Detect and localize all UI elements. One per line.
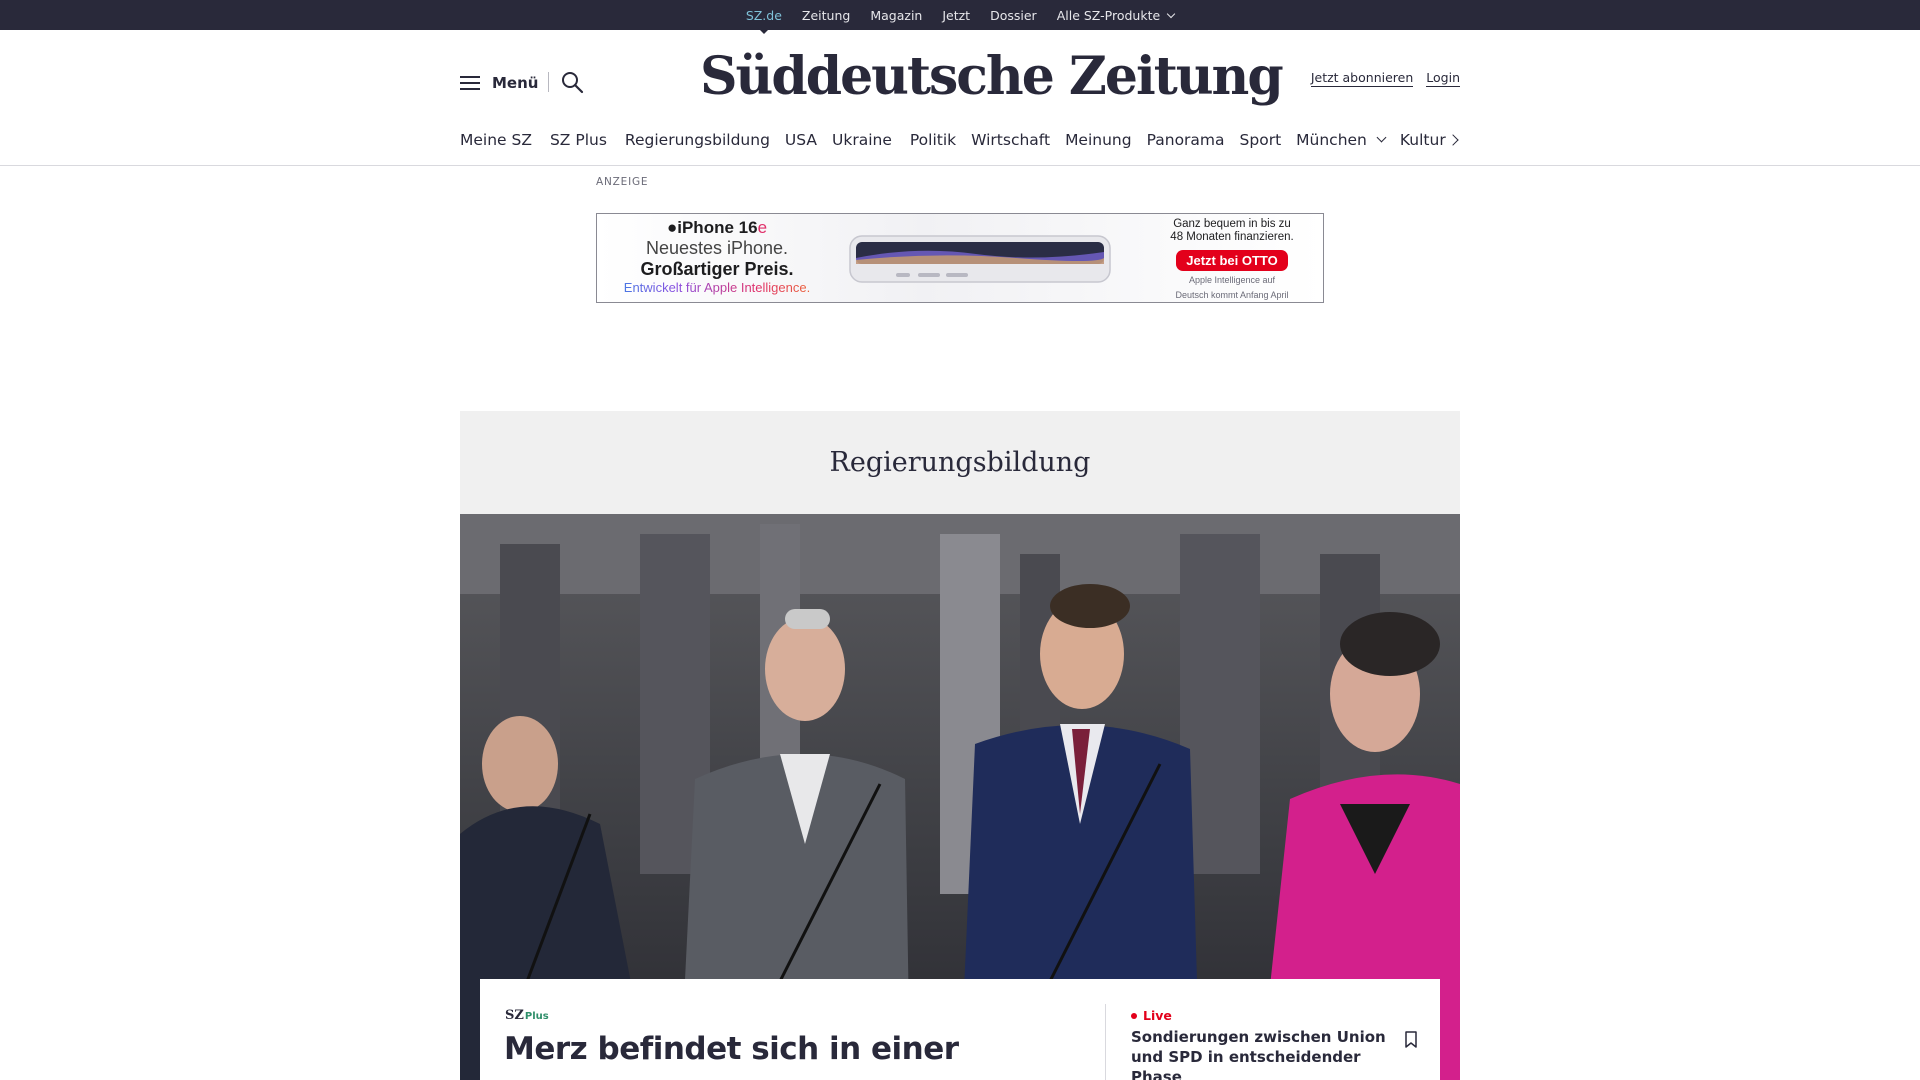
ad-product-name: ●iPhone 16e: [597, 218, 837, 238]
nav-scroll-right-icon[interactable]: [1448, 133, 1462, 147]
nav-item-regierungsbildung[interactable]: Regierungsbildung: [625, 131, 785, 149]
menu-button[interactable]: Menü: [460, 70, 538, 96]
topbar-link-zeitung[interactable]: Zeitung: [802, 8, 850, 23]
ad-line1: Neuestes iPhone.: [645, 238, 789, 258]
nav-item-muenchen[interactable]: München: [1296, 131, 1400, 149]
sz-plus-badge-plus: Plus: [524, 1011, 549, 1022]
live-dot-icon: [1131, 1012, 1137, 1019]
teaser-card: SZPlus Merz befindet sich in einer Live …: [480, 979, 1440, 1080]
ad-note-line1: Apple Intelligence auf: [1188, 275, 1276, 285]
account-links: Jetzt abonnieren Login: [1310, 70, 1460, 87]
section-header: Regierungsbildung: [460, 411, 1460, 514]
apple-logo-icon: ●: [666, 218, 678, 237]
chevron-down-icon: [1376, 132, 1387, 142]
ad-product-suffix: e: [757, 218, 768, 237]
nav-item-panorama[interactable]: Panorama: [1147, 131, 1240, 149]
teaser-divider: [1105, 1004, 1106, 1080]
sz-plus-badge: SZPlus: [505, 1008, 549, 1023]
nav-divider-line: [0, 165, 1920, 166]
nav-item-meine-sz[interactable]: Meine SZ: [460, 131, 547, 149]
nav-item-ukraine[interactable]: Ukraine: [832, 131, 907, 149]
ad-cta-button[interactable]: Jetzt bei OTTO: [1176, 250, 1288, 271]
ad-note-line2: Deutsch kommt Anfang April: [1175, 290, 1289, 300]
ad-label: ANZEIGE: [596, 176, 649, 188]
live-indicator: Live: [1131, 1008, 1172, 1023]
section-nav: Meine SZ SZ Plus Regierungsbildung USA U…: [460, 127, 1460, 153]
ad-text-block: ●iPhone 16e Neuestes iPhone. Großartiger…: [597, 218, 837, 297]
ad-line3: Entwickelt für Apple Intelligence.: [597, 279, 837, 297]
nav-item-usa[interactable]: USA: [785, 131, 832, 149]
nav-item-muenchen-label: München: [1296, 131, 1367, 149]
live-label: Live: [1143, 1008, 1172, 1023]
site-logo[interactable]: Süddeutsche Zeitung: [700, 42, 1284, 112]
hamburger-icon: [460, 75, 480, 91]
nav-item-sz-plus[interactable]: SZ Plus: [550, 131, 622, 149]
nav-item-wirtschaft[interactable]: Wirtschaft: [971, 131, 1065, 149]
live-ticker-title[interactable]: Sondierungen zwischen Union und SPD in e…: [1131, 1027, 1401, 1080]
topbar-link-dossier[interactable]: Dossier: [990, 8, 1037, 23]
ad-line2: Großartiger Preis.: [640, 259, 794, 279]
top-utility-nav: SZ.de Zeitung Magazin Jetzt Dossier Alle…: [0, 0, 1920, 34]
ad-finance-line2: 48 Monaten finanzieren.: [1170, 231, 1294, 243]
ad-product-label: iPhone 16: [677, 218, 758, 237]
search-button[interactable]: [560, 70, 584, 94]
nav-item-meinung[interactable]: Meinung: [1065, 131, 1147, 149]
subscribe-link[interactable]: Jetzt abonnieren: [1310, 70, 1414, 87]
menu-label: Menü: [492, 74, 539, 92]
topbar-products-dropdown[interactable]: Alle SZ-Produkte: [1056, 7, 1176, 23]
ad-cta-block: Ganz bequem in bis zu 48 Monaten finanzi…: [1147, 218, 1317, 301]
chevron-down-icon: [1166, 9, 1176, 18]
login-link[interactable]: Login: [1426, 70, 1460, 87]
search-icon: [562, 72, 584, 94]
topbar-link-magazin[interactable]: Magazin: [870, 8, 922, 23]
header-divider: [548, 72, 549, 92]
topbar-products-label: Alle SZ-Produkte: [1056, 7, 1161, 23]
sz-plus-badge-sz: SZ: [505, 1008, 524, 1023]
nav-item-politik[interactable]: Politik: [910, 131, 971, 149]
section-title[interactable]: Regierungsbildung: [460, 411, 1460, 514]
ad-finance-line1: Ganz bequem in bis zu: [1173, 218, 1291, 230]
teaser-headline[interactable]: Merz befindet sich in einer: [504, 1028, 1064, 1070]
topbar-link-szde[interactable]: SZ.de: [746, 8, 782, 34]
ad-phone-image: [849, 235, 1111, 283]
topbar-link-jetzt[interactable]: Jetzt: [942, 8, 970, 23]
nav-item-sport[interactable]: Sport: [1240, 131, 1297, 149]
ad-banner[interactable]: ●iPhone 16e Neuestes iPhone. Großartiger…: [596, 213, 1324, 303]
top-utility-bar: SZ.de Zeitung Magazin Jetzt Dossier Alle…: [0, 0, 1920, 34]
bookmark-icon[interactable]: [1404, 1031, 1418, 1049]
